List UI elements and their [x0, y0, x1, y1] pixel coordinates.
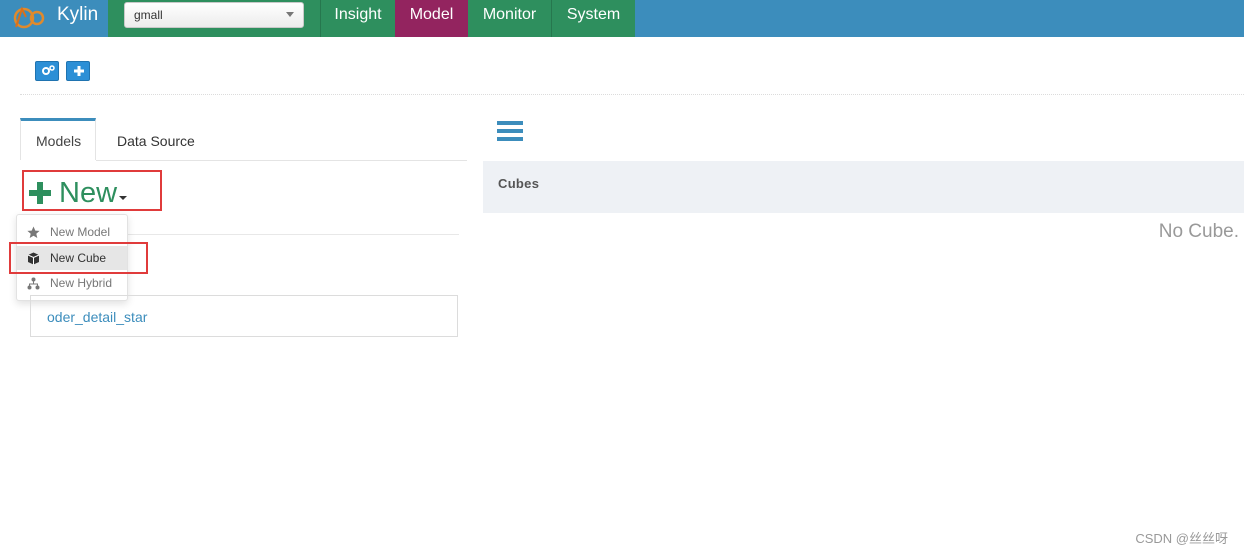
nav-insight[interactable]: Insight — [320, 0, 395, 37]
menu-item-label: New Model — [50, 225, 111, 239]
menu-item-new-hybrid[interactable]: New Hybrid — [17, 271, 127, 295]
star-icon — [27, 226, 40, 238]
project-select[interactable]: gmall — [124, 2, 304, 28]
watermark: CSDN @丝丝呀 — [1135, 531, 1228, 546]
empty-cubes-message: No Cube. — [1158, 221, 1239, 242]
nav-model[interactable]: Model — [395, 0, 468, 37]
menu-item-new-model[interactable]: New Model — [17, 220, 127, 244]
model-item[interactable]: oder_detail_star — [47, 309, 147, 325]
menu-item-label: New Hybrid — [50, 276, 113, 290]
chevron-down-icon — [286, 12, 294, 17]
tabs-divider — [96, 160, 467, 161]
project-select-value: gmall — [134, 8, 163, 22]
add-button[interactable] — [66, 61, 90, 81]
cubes-title: Cubes — [498, 176, 540, 191]
brand[interactable]: Kylin — [0, 0, 108, 37]
gears-icon — [42, 65, 55, 75]
highlight-box-new — [22, 170, 162, 211]
tab-models[interactable]: Models — [20, 118, 96, 160]
nav-system[interactable]: System — [552, 0, 635, 37]
hybrid-icon — [27, 277, 40, 290]
settings-button[interactable] — [35, 61, 59, 81]
highlight-box-new-cube — [9, 242, 148, 274]
brand-name: Kylin — [57, 4, 99, 25]
cubes-panel-header: Cubes — [483, 161, 1244, 213]
kylin-logo-icon — [13, 6, 45, 29]
models-list: oder_detail_star — [30, 295, 458, 337]
nav-monitor[interactable]: Monitor — [468, 0, 552, 37]
top-navbar: Kylin gmall Insight Model Monitor System — [0, 0, 1244, 37]
menu-toggle-icon[interactable] — [497, 121, 523, 142]
plus-icon — [74, 66, 84, 76]
divider — [20, 94, 1244, 95]
tab-data-source[interactable]: Data Source — [97, 118, 227, 160]
